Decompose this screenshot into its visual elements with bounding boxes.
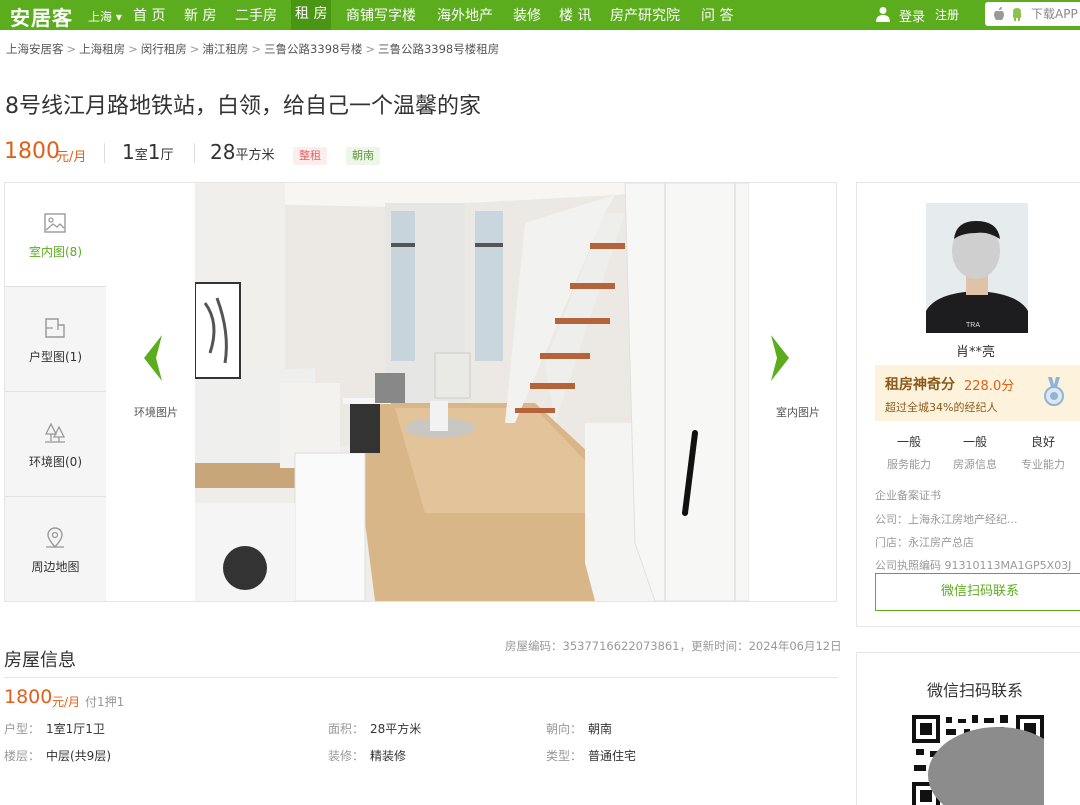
nav-research[interactable]: 房产研究院 <box>610 5 680 25</box>
room-photo <box>195 183 749 601</box>
field-label-orientation: 朝向： <box>546 722 583 736</box>
agent-store: 门店：永江房产总店 <box>875 536 974 549</box>
agent-card: TRA 肖**亮 租房神奇分 228.0分 超过全城34%的经纪人 一般 服务能力… <box>856 182 1080 627</box>
field-label-floor: 楼层： <box>4 749 41 763</box>
prev-photo-label[interactable]: 环境图片 <box>134 404 178 420</box>
tab-environment[interactable]: 环境图(0) <box>5 393 106 497</box>
floorplan-icon <box>45 318 65 338</box>
nav-qa[interactable]: 问 答 <box>701 5 733 25</box>
rental-score-box: 租房神奇分 228.0分 超过全城34%的经纪人 <box>875 365 1080 421</box>
prev-arrow-icon[interactable] <box>138 333 168 383</box>
map-pin-icon <box>46 527 64 549</box>
breadcrumb-item[interactable]: 闵行租房 <box>141 42 187 56</box>
score-label: 租房神奇分 <box>885 377 955 393</box>
svg-text:TRA: TRA <box>966 322 980 329</box>
image-icon <box>44 213 66 233</box>
nav-second-hand[interactable]: 二手房 <box>235 5 277 25</box>
ability-professional: 良好 专业能力 <box>1021 435 1065 471</box>
breadcrumb-item[interactable]: 浦江租房 <box>202 42 248 56</box>
house-info-price-unit: 元/月 <box>52 695 81 709</box>
breadcrumb-item[interactable]: 上海安居客 <box>6 42 64 56</box>
tab-nearby-map[interactable]: 周边地图 <box>5 498 106 602</box>
field-label-layout: 户型： <box>4 722 41 736</box>
ability-service: 一般 服务能力 <box>887 435 931 471</box>
nav-home[interactable]: 首 页 <box>133 5 165 25</box>
next-photo-label[interactable]: 室内图片 <box>776 404 820 420</box>
payment-terms: 付1押1 <box>85 695 125 709</box>
nav-news[interactable]: 楼 讯 <box>559 5 591 25</box>
breadcrumb-item[interactable]: 三鲁公路3398号楼租房 <box>378 42 499 56</box>
field-label-area: 面积： <box>328 722 365 736</box>
breadcrumb-item[interactable]: 上海租房 <box>79 42 125 56</box>
field-value-decoration: 精装修 <box>370 749 407 763</box>
score-subtext: 超过全城34%的经纪人 <box>885 401 998 414</box>
field-label-type: 类型： <box>546 749 583 763</box>
agent-avatar[interactable]: TRA <box>926 203 1028 333</box>
field-value-type: 普通住宅 <box>588 749 637 763</box>
tab-interior-photos[interactable]: 室内图(8) <box>5 183 106 287</box>
main-photo[interactable] <box>195 183 749 601</box>
rent-unit: 元/月 <box>56 150 87 165</box>
nav-overseas[interactable]: 海外地产 <box>437 5 493 25</box>
tag-south-facing: 朝南 <box>346 147 380 165</box>
login-link[interactable]: 登录 <box>899 6 925 25</box>
tag-whole-rent: 整租 <box>293 147 327 165</box>
register-link[interactable]: 注册 <box>935 6 959 23</box>
house-info-meta: 房屋编码：3537716622073861，更新时间：2024年06月12日 <box>505 639 842 653</box>
field-value-area: 28平方米 <box>370 722 422 736</box>
site-logo[interactable]: 安居客 <box>10 2 73 31</box>
ability-listing-info: 一般 房源信息 <box>953 435 997 471</box>
field-label-decoration: 装修： <box>328 749 365 763</box>
field-value-orientation: 朝南 <box>588 722 613 736</box>
download-app-button[interactable]: 下载APP <box>985 2 1080 26</box>
agent-name: 肖**亮 <box>956 345 996 360</box>
rent-price: 1800 <box>4 139 60 164</box>
qr-code-icon[interactable] <box>912 715 1044 805</box>
score-value: 228.0分 <box>964 379 1015 394</box>
city-selector[interactable]: 上海 ▾ <box>88 8 122 25</box>
wechat-contact-button[interactable]: 微信扫码联系 <box>875 573 1080 611</box>
divider <box>4 677 838 678</box>
agent-company: 公司：上海永江房地产经纪... <box>875 513 1018 526</box>
top-nav: 安居客 上海 ▾ 首 页 新 房 二手房 租 房 商铺写字楼 海外地产 装修 楼… <box>0 0 1080 30</box>
nav-rent[interactable]: 租 房 <box>291 0 332 30</box>
nav-new-homes[interactable]: 新 房 <box>184 5 216 25</box>
company-license: 公司执照编码 91310113MA1GP5X03J <box>875 559 1072 572</box>
house-info-price: 1800 <box>4 686 53 708</box>
listing-title: 8号线江月路地铁站，白领，给自己一个温馨的家 <box>5 94 481 119</box>
download-app-label: 下载APP <box>1031 7 1078 21</box>
tab-floorplan[interactable]: 户型图(1) <box>5 288 106 392</box>
trees-icon <box>44 422 66 443</box>
medal-icon <box>1044 377 1064 406</box>
apple-icon <box>994 7 1004 21</box>
android-icon <box>1013 8 1021 21</box>
breadcrumb-item[interactable]: 三鲁公路3398号楼 <box>264 42 362 56</box>
qr-title: 微信扫码联系 <box>927 681 1024 700</box>
photo-gallery: 室内图(8) 户型图(1) 环境图(0) 周边地图 环境图片 室内图片 <box>4 182 837 602</box>
area-summary: 28平方米 <box>210 140 275 164</box>
next-arrow-icon[interactable] <box>765 333 795 383</box>
layout-summary: 1室1厅 <box>122 140 174 164</box>
nav-decoration[interactable]: 装修 <box>513 5 541 25</box>
house-info-heading: 房屋信息 <box>4 650 76 671</box>
nav-commercial[interactable]: 商铺写字楼 <box>346 5 416 25</box>
field-value-floor: 中层(共9层) <box>46 749 111 763</box>
enterprise-cert-link[interactable]: 企业备案证书 <box>875 487 941 503</box>
gallery-tabs: 室内图(8) 户型图(1) 环境图(0) 周边地图 <box>5 183 106 601</box>
qr-contact-card: 微信扫码联系 <box>856 652 1080 805</box>
user-icon <box>876 7 890 22</box>
field-value-layout: 1室1厅1卫 <box>46 722 105 736</box>
breadcrumb: 上海安居客 > 上海租房 > 闵行租房 > 浦江租房 > 三鲁公路3398号楼 > 三鲁公路3398… <box>6 42 500 56</box>
